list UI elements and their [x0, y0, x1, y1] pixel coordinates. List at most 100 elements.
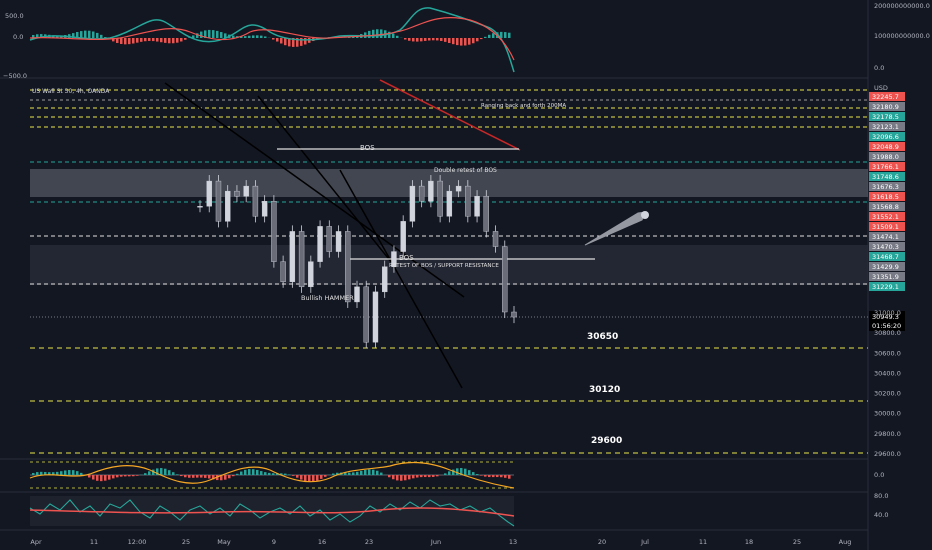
- double-retest-label: Double retest of BOS: [434, 167, 497, 174]
- macd-bar: [244, 36, 247, 38]
- price-tag-label: 31766.1: [872, 163, 899, 171]
- oscillator-bar: [68, 470, 71, 475]
- oscillator-bar: [268, 472, 271, 475]
- oscillator-bar: [96, 475, 99, 481]
- oscillator-bar: [204, 475, 207, 478]
- oscillator-bar: [116, 475, 119, 478]
- macd-bar: [272, 38, 275, 40]
- macd-left-label-1: 500.0: [5, 12, 24, 20]
- candle-body: [400, 221, 406, 252]
- rsi-axis-label-1: 80.0: [874, 492, 888, 500]
- macd-bar: [456, 38, 459, 46]
- oscillator-bar: [400, 475, 403, 481]
- candle-body: [428, 180, 434, 202]
- macd-bar: [200, 31, 203, 38]
- macd-bar: [128, 38, 131, 45]
- macd-bar: [376, 29, 379, 38]
- price-axis-label: 29800.0: [874, 430, 901, 438]
- oscillator-bar: [428, 475, 431, 478]
- time-axis-label: 18: [745, 538, 753, 546]
- oscillator-bar: [132, 475, 135, 477]
- macd-bar: [480, 38, 483, 40]
- candle-body: [252, 185, 259, 217]
- macd-bar: [92, 31, 95, 38]
- price-axis: 31000.0 30800.0 30600.0 30400.0 30200.0 30000…: [874, 309, 901, 458]
- price-axis-label: 31000.0: [874, 309, 901, 317]
- oscillator-bar: [36, 472, 39, 475]
- time-axis-label: 13: [509, 538, 517, 546]
- oscillator-bar: [224, 475, 227, 480]
- candle-body: [437, 180, 443, 217]
- macd-bar: [396, 35, 399, 38]
- price-axis-label: 30400.0: [874, 369, 901, 377]
- macd-bar: [160, 38, 163, 43]
- oscillator-bar: [416, 475, 419, 478]
- macd-bar: [124, 38, 127, 45]
- macd-axis-label-3: 0.0: [874, 64, 884, 72]
- oscillator-bar: [364, 470, 367, 475]
- candle-body: [363, 286, 369, 343]
- trading-chart[interactable]: BOS BOS Double retest of BOS RETEST OF B…: [0, 0, 932, 550]
- candle-body: [317, 226, 323, 262]
- support-label-2: 30120: [589, 385, 620, 395]
- candle-body: [409, 185, 416, 222]
- macd-bar: [220, 32, 223, 38]
- oscillator-bar: [320, 475, 323, 479]
- candle-body: [243, 185, 249, 197]
- macd-bar: [184, 38, 187, 40]
- bos-top-label: BOS: [360, 144, 375, 152]
- candle-body: [354, 286, 360, 303]
- bos-mid-label: BOS: [399, 254, 414, 262]
- macd-bar: [472, 38, 475, 44]
- time-axis-label: 25: [793, 538, 801, 546]
- macd-axis-label-2: 100000000000.0: [874, 32, 930, 40]
- support-label-3: 29600: [591, 436, 622, 446]
- macd-bar: [216, 30, 219, 38]
- oscillator-bar: [72, 470, 75, 475]
- time-axis-label: Jul: [640, 538, 649, 546]
- macd-bar: [256, 35, 259, 38]
- price-tag-label: 32048.9: [872, 143, 899, 151]
- oscillator-bar: [332, 473, 335, 475]
- projection-arrow[interactable]: [584, 211, 647, 246]
- support-label-1: 30650: [587, 332, 618, 342]
- time-axis-label: 11: [699, 538, 707, 546]
- oscillator-bar: [496, 475, 499, 478]
- candle-body: [280, 261, 286, 282]
- oscillator-bar: [228, 475, 231, 479]
- oscillator-bar: [92, 475, 95, 480]
- oscillator-bar: [136, 475, 139, 476]
- oscillator-bar: [432, 475, 435, 477]
- time-axis-label: 23: [365, 538, 373, 546]
- price-tag-label: 32180.9: [872, 103, 899, 111]
- price-axis-label: 29600.0: [874, 450, 901, 458]
- price-axis-label: 30600.0: [874, 349, 901, 357]
- oscillator-bar: [284, 473, 287, 475]
- price-tag-label: 31676.3: [872, 183, 899, 191]
- oscillator-bar: [164, 468, 167, 475]
- macd-bar: [276, 38, 279, 42]
- price-tag-label: 32123.1: [872, 123, 899, 131]
- oscillator-bar: [308, 475, 311, 482]
- oscillator-bar: [368, 469, 371, 475]
- macd-bar: [232, 35, 235, 38]
- macd-bar: [140, 38, 143, 42]
- macd-bar: [136, 38, 139, 43]
- oscillator-bar: [208, 475, 211, 479]
- macd-bar: [436, 38, 439, 41]
- oscillator-bar: [300, 475, 303, 480]
- macd-bar: [404, 38, 407, 40]
- oscillator-bar: [128, 475, 131, 477]
- price-tag-label: 31748.6: [872, 173, 899, 181]
- oscillator-bar: [504, 475, 507, 478]
- macd-bar: [432, 38, 435, 41]
- macd-bar: [440, 38, 443, 41]
- macd-bar: [208, 29, 211, 38]
- oscillator-bar: [32, 473, 35, 475]
- oscillator-bar: [272, 473, 275, 475]
- rsi-axis-label-2: 40.0: [874, 511, 888, 519]
- oscillator-bar: [472, 472, 475, 475]
- macd-bar: [508, 32, 511, 38]
- candle-body: [298, 231, 305, 288]
- oscillator-bar: [324, 475, 327, 477]
